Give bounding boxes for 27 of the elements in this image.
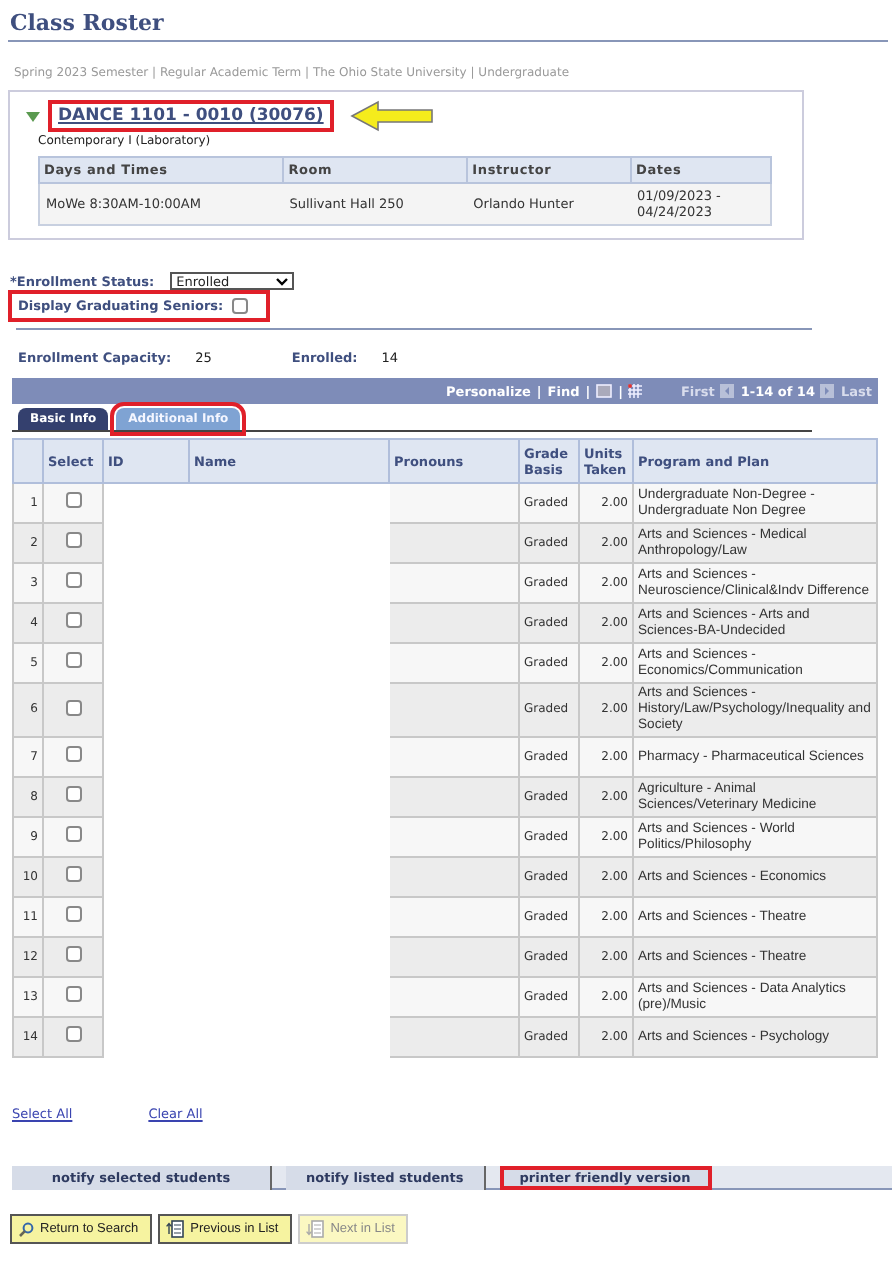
checkbox[interactable] xyxy=(65,532,81,548)
checkbox[interactable] xyxy=(65,986,81,1002)
checkbox[interactable] xyxy=(65,492,81,508)
view-all-icon[interactable] xyxy=(596,384,613,398)
course-link[interactable]: DANCE 1101 - 0010 (30076) xyxy=(48,100,334,132)
previous-arrow-icon[interactable] xyxy=(720,384,735,398)
expand-triangle-icon[interactable] xyxy=(26,111,40,121)
checkbox[interactable] xyxy=(65,612,81,628)
checkbox[interactable] xyxy=(65,906,81,922)
checkbox[interactable] xyxy=(65,699,81,715)
checkbox[interactable] xyxy=(65,572,81,588)
checkbox[interactable] xyxy=(65,652,81,668)
list-icon xyxy=(166,1220,185,1238)
grid-icon[interactable] xyxy=(628,384,643,398)
next-arrow-icon[interactable] xyxy=(820,384,835,398)
callout-arrow xyxy=(349,100,434,132)
dropdown-caret-icon[interactable] xyxy=(276,277,289,285)
checkbox[interactable] xyxy=(65,826,81,842)
search-icon xyxy=(18,1221,34,1237)
checkbox[interactable] xyxy=(65,1026,81,1042)
checkbox[interactable] xyxy=(65,946,81,962)
checkbox[interactable] xyxy=(231,298,248,314)
checkbox[interactable] xyxy=(65,786,81,802)
checkbox[interactable] xyxy=(65,746,81,762)
checkbox[interactable] xyxy=(65,866,81,882)
list-icon xyxy=(306,1220,325,1238)
page-title: Class Roster xyxy=(8,8,888,42)
